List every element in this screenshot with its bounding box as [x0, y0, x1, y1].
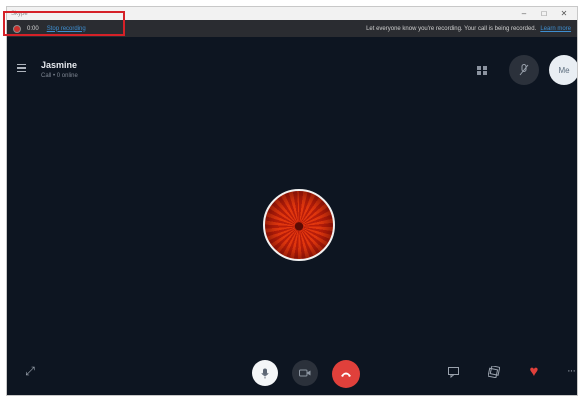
- minimize-button[interactable]: –: [519, 9, 529, 18]
- chat-glyph: [448, 366, 459, 378]
- contact-avatar: [263, 189, 335, 261]
- stop-recording-link[interactable]: Stop recording: [47, 26, 86, 32]
- skype-call-window: Skype – □ ✕ 0:00 Stop recording Let ever…: [6, 6, 578, 396]
- fullscreen-icon[interactable]: ⤢: [23, 364, 37, 378]
- window-controls: – □ ✕: [519, 9, 569, 18]
- my-avatar[interactable]: Me: [549, 55, 577, 85]
- call-status: Call • 0 online: [41, 73, 78, 79]
- share-screen-icon[interactable]: [487, 365, 501, 379]
- recording-message: Let everyone know you're recording. Your…: [366, 25, 537, 32]
- mic-off-glyph: [519, 64, 529, 76]
- share-glyph: [488, 366, 500, 378]
- title-bar: Skype – □ ✕: [7, 7, 577, 20]
- video-button[interactable]: [292, 360, 318, 386]
- more-options-icon[interactable]: ···: [566, 365, 576, 377]
- close-button[interactable]: ✕: [559, 9, 569, 18]
- hang-up-button[interactable]: [332, 360, 360, 388]
- grid-icon[interactable]: [477, 66, 487, 75]
- heart-icon[interactable]: ♥: [525, 363, 543, 380]
- recording-time: 0:00: [27, 25, 39, 32]
- recording-banner: 0:00 Stop recording Let everyone know yo…: [7, 20, 577, 37]
- maximize-button[interactable]: □: [539, 9, 549, 18]
- mic-off-icon[interactable]: [509, 55, 539, 85]
- mic-icon: [261, 368, 269, 378]
- hamburger-icon[interactable]: [17, 64, 26, 74]
- chat-icon[interactable]: [447, 365, 461, 379]
- contact-name: Jasmine: [41, 60, 78, 70]
- mic-button[interactable]: [252, 360, 278, 386]
- learn-more-link[interactable]: Learn more: [540, 26, 571, 32]
- video-camera-icon: [299, 369, 311, 377]
- record-icon: [13, 24, 21, 33]
- phone-icon: [341, 372, 351, 377]
- app-title: Skype: [11, 10, 28, 17]
